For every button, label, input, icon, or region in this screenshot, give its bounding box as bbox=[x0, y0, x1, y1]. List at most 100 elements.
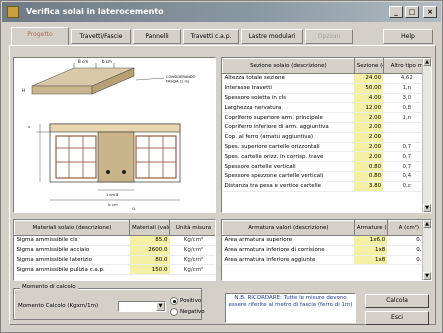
table-row: Spessore spezzone cartelle verticali 0.80… bbox=[222, 171, 431, 182]
value-cell[interactable]: 2.00 bbox=[354, 112, 384, 123]
table-row: Altezza totale sezione 24.00 4,62 bbox=[222, 73, 431, 84]
row-label: Area armatura inferiore di corrisione bbox=[222, 245, 355, 256]
radio-negative[interactable] bbox=[170, 308, 178, 316]
table-row: Sigma ammissibile laterizio 80.0 Kg/cm² bbox=[14, 255, 215, 266]
table-row: Interasse travetti 50.00 1,n bbox=[222, 83, 431, 94]
main-window: Verifica solai in laterocemento _ □ × Pr… bbox=[0, 0, 443, 333]
value-cell[interactable]: 3.80 bbox=[354, 181, 384, 192]
value-cell[interactable]: 50.00 bbox=[354, 83, 384, 94]
tab-travetti-cap[interactable]: Travetti c.a.p. bbox=[183, 29, 239, 44]
value-cell[interactable]: 2.00 bbox=[354, 132, 384, 143]
tab-help[interactable]: Help bbox=[383, 29, 433, 44]
value-cell[interactable]: 150.0 bbox=[129, 264, 170, 276]
row-label: Sigma ammissibile acciaio bbox=[14, 245, 130, 256]
section-header-value[interactable]: Sezione (cm) bbox=[353, 58, 384, 74]
unit-cell: Kg/cm² bbox=[169, 255, 215, 266]
label-dim2: Ic cm bbox=[108, 203, 118, 207]
table-row: Sigma ammissibile pulizia c.a.p. 150.0 Kg/… bbox=[14, 264, 215, 276]
label-dim1: 1 cm 8 bbox=[106, 193, 119, 197]
table-row: Spes. superiore cartelle orizzontali 2.00… bbox=[222, 142, 431, 153]
tab-lastre-modulari[interactable]: Lastre modulari bbox=[241, 29, 303, 44]
calc-button[interactable]: Calcola bbox=[365, 294, 429, 308]
value-cell[interactable]: 0.80 bbox=[354, 171, 384, 182]
maximize-button[interactable]: □ bbox=[405, 6, 419, 18]
value-cell[interactable]: 80.0 bbox=[129, 255, 170, 266]
info-note: N.B. RICORDARE: Tutte le misure devono e… bbox=[225, 293, 356, 323]
row-label: Sigma ammissibile laterizio bbox=[14, 255, 130, 266]
section-header-desc[interactable]: Sezione solaio (descrizione) bbox=[222, 58, 355, 74]
materials-header-desc[interactable]: Materiali solaio (descrizione) bbox=[14, 220, 130, 236]
app-icon bbox=[7, 6, 19, 18]
materials-header-unit[interactable]: Unità misura bbox=[169, 220, 215, 236]
value-cell[interactable]: 1x8 bbox=[354, 245, 388, 256]
tab-strip: Progetto Travetti/Fascie Pannelli Travet… bbox=[9, 27, 436, 45]
table-row: Spessore soletta in cls 4.00 3,0 bbox=[222, 93, 431, 104]
unit-cell: Kg/cm² bbox=[169, 264, 215, 276]
table-row: Cop. al ferro (amatu aggiuntiva) 2.00 bbox=[222, 132, 431, 143]
label-h: H bbox=[22, 88, 25, 93]
moment-input[interactable]: ▼ bbox=[118, 301, 166, 312]
value-cell[interactable]: 2.00 bbox=[354, 142, 384, 153]
value-cell[interactable]: 85.0 bbox=[129, 235, 170, 246]
value-cell[interactable]: 1x8 bbox=[354, 255, 388, 266]
table-row: Area armatura inferiore aggiunte1x80.29 bbox=[222, 255, 431, 266]
chevron-down-icon[interactable]: ▼ bbox=[156, 302, 165, 311]
row-label: Copriferro superiore arm. principale bbox=[222, 112, 355, 123]
section-scrollbar[interactable]: ▲ ▼ bbox=[422, 58, 431, 212]
row-label: Sigma ammissibile pulizia c.a.p. bbox=[14, 264, 130, 276]
section-drawing: B cm b cm H CONSIDERANDO FASCIA (1 m) s … bbox=[13, 57, 216, 213]
value-cell[interactable]: 4.00 bbox=[354, 93, 384, 104]
label-b-top: B cm bbox=[78, 59, 88, 64]
table-row: Area armatura superiore1x6.00.61 bbox=[222, 235, 431, 246]
table-row: Sigma ammissibile cls 85.0 Kg/cm² bbox=[14, 235, 215, 246]
radio-negative-label: Negativo bbox=[180, 309, 205, 315]
materials-grid: Materiali solaio (descrizione) Materiali… bbox=[13, 219, 216, 281]
row-label: Sigma ammissibile cls bbox=[14, 235, 130, 246]
value-cell[interactable]: 1x6.0 bbox=[354, 235, 388, 246]
armature-grid: Armatura valori (descrizione) Armature (… bbox=[221, 219, 432, 281]
scroll-up-icon[interactable]: ▲ bbox=[423, 220, 431, 228]
armature-header-value[interactable]: Armature (cm²) bbox=[353, 220, 388, 236]
tab-progetto[interactable]: Progetto bbox=[11, 27, 69, 45]
moment-groupbox: Momento di calcolo Momento Calcolo (Kgxm… bbox=[13, 284, 205, 320]
row-label: Interasse travetti bbox=[222, 83, 355, 94]
value-cell[interactable]: 2.00 bbox=[354, 151, 384, 163]
table-row: Sigma ammissibile acciaio 2600.0 Kg/cm² bbox=[14, 245, 215, 256]
materials-header-value[interactable]: Materiali (valori) bbox=[129, 220, 170, 236]
armature-scrollbar[interactable]: ▲ ▼ bbox=[422, 220, 431, 280]
unit-cell: Kg/cm² bbox=[169, 245, 215, 256]
exit-button[interactable]: Esci bbox=[365, 311, 429, 325]
table-row: Area armatura inferiore di corrisione 1x8… bbox=[222, 245, 431, 256]
armature-header-desc[interactable]: Armatura valori (descrizione) bbox=[222, 220, 355, 236]
table-row: Spessore cartelle verticali 0.80 0,7 bbox=[222, 161, 431, 172]
value-cell[interactable]: 12.00 bbox=[354, 102, 384, 114]
moment-legend: Momento di calcolo bbox=[20, 284, 78, 290]
radio-positive[interactable] bbox=[170, 297, 178, 305]
minimize-button[interactable]: _ bbox=[389, 6, 403, 18]
value-cell[interactable]: 24.00 bbox=[354, 73, 384, 84]
row-label: Spessore cartelle verticali bbox=[222, 161, 355, 172]
table-row: Larghezza nervatura 12.00 0,8 bbox=[222, 102, 431, 114]
row-label: Spessore soletta in cls bbox=[222, 93, 355, 104]
title-bar: Verifica solai in laterocemento _ □ × bbox=[2, 2, 441, 22]
tab-opzioni[interactable]: Opzioni bbox=[305, 29, 353, 44]
row-label: Spes. cartelle orizz. in corrisp. trave bbox=[222, 151, 355, 163]
scroll-up-icon[interactable]: ▲ bbox=[423, 58, 431, 66]
row-label: Distanza tra pesa e vertice cartelle bbox=[222, 181, 355, 192]
label-dim3: I1 bbox=[132, 207, 135, 211]
tab-pannelli[interactable]: Pannelli bbox=[133, 29, 181, 44]
value-cell[interactable]: 2600.0 bbox=[129, 245, 170, 256]
scroll-down-icon[interactable]: ▼ bbox=[423, 204, 431, 212]
label-note: CONSIDERANDO FASCIA (1 m) bbox=[166, 75, 197, 84]
section-grid: Sezione solaio (descrizione) Sezione (cm… bbox=[221, 57, 432, 213]
value-cell[interactable]: 2.00 bbox=[354, 122, 384, 133]
table-row: Copriferro inferiore di arm. aggiuntiva 2… bbox=[222, 122, 431, 133]
tab-travetti-fascie[interactable]: Travetti/Fascie bbox=[71, 29, 131, 44]
scroll-down-icon[interactable]: ▼ bbox=[423, 272, 431, 280]
label-s: s bbox=[28, 125, 30, 129]
close-button[interactable]: × bbox=[423, 6, 437, 18]
table-row: Distanza tra pesa e vertice cartelle 3.80… bbox=[222, 181, 431, 192]
value-cell[interactable]: 0.80 bbox=[354, 161, 384, 172]
row-label: Spessore spezzone cartelle verticali bbox=[222, 171, 355, 182]
row-label: Area armatura superiore bbox=[222, 235, 355, 246]
